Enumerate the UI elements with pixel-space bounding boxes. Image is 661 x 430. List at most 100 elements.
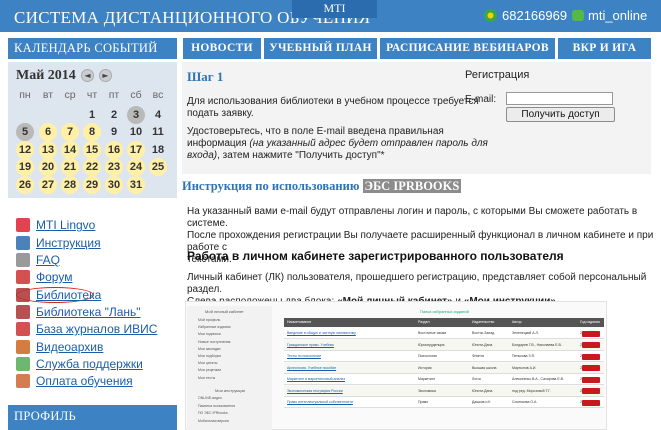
counter: 682166969 <box>484 8 567 23</box>
screenshot-cell: Восточные языки <box>418 331 447 335</box>
calendar-day[interactable]: 7 <box>61 123 79 141</box>
instruction-icon <box>16 236 30 250</box>
screenshot-column-header: Раздел <box>418 320 430 324</box>
calendar-day[interactable]: 1 <box>83 106 101 124</box>
get-access-button[interactable]: Получить доступ <box>506 107 615 122</box>
screenshot-sidebar-item: Новые поступления <box>198 339 231 344</box>
screenshot-cell: Дашков и К <box>472 400 491 404</box>
calendar-day[interactable]: 10 <box>127 123 145 141</box>
calendar-day[interactable]: 28 <box>61 176 79 194</box>
menu-item[interactable]: Библиотека "Лань" <box>16 304 141 320</box>
chat-icon <box>572 10 584 21</box>
nav-curriculum[interactable]: УЧЕБНЫЙ ПЛАН <box>264 38 377 59</box>
menu-item[interactable]: Инструкция <box>16 235 101 251</box>
menu-item[interactable]: Служба поддержки <box>16 356 143 372</box>
calendar-day[interactable]: 2 <box>105 106 123 124</box>
flower-icon <box>484 9 497 22</box>
calendar-day[interactable]: 18 <box>149 141 167 159</box>
weekday-label: ср <box>64 89 76 101</box>
menu-item[interactable]: Библиотека <box>16 287 101 303</box>
menu-item-label: Библиотека <box>36 288 102 302</box>
calendar-day[interactable]: 11 <box>149 123 167 141</box>
calendar-day[interactable]: 12 <box>16 141 34 159</box>
calendar-day[interactable]: 24 <box>127 158 145 176</box>
library-icon <box>16 288 30 302</box>
step-text-2: Удостоверьтесь, что в поле E-mail введен… <box>187 126 488 161</box>
menu-item-label: Видеоархив <box>36 340 104 354</box>
calendar-day[interactable]: 17 <box>127 141 145 159</box>
screenshot-cell: Право <box>418 400 429 404</box>
screenshot-sidebar-item: Памятка пользователя <box>198 403 236 408</box>
screenshot-cell: Высшая школа <box>472 365 497 370</box>
prev-month-button[interactable]: ◄ <box>81 69 94 82</box>
screenshot-cell: Зеленецкий А.Л. <box>512 331 539 335</box>
calendar-day[interactable]: 26 <box>16 176 34 194</box>
menu-item[interactable]: FAQ <box>16 252 60 268</box>
calendar-day[interactable]: 14 <box>61 141 79 159</box>
calendar-day[interactable]: 6 <box>39 123 57 141</box>
calendar-day[interactable]: 16 <box>105 141 123 159</box>
calendar-day[interactable]: 20 <box>39 158 57 176</box>
screenshot-cell: Бондарев Г.В., Николаева Е.В. <box>512 342 562 347</box>
calendar-day[interactable]: 3 <box>127 106 145 124</box>
cabinet-heading: Работа в личном кабинете зарегистрирован… <box>187 249 564 263</box>
screenshot-sidebar-item: ПО ЭБС IPRbooks <box>198 411 228 415</box>
screenshot-cell: Мартынов А.И. <box>512 365 537 370</box>
menu-item-label: Оплата обучения <box>36 374 133 388</box>
video-icon <box>16 340 30 354</box>
screenshot-cell: Юнити-Дана <box>472 342 493 347</box>
menu-item-label: Форум <box>36 270 73 284</box>
calendar-day[interactable]: 21 <box>61 158 79 176</box>
nav-news[interactable]: НОВОСТИ <box>183 38 261 59</box>
menu-item[interactable]: Оплата обучения <box>16 373 133 389</box>
screenshot-cell: Гражданское право. Учебник <box>287 342 334 347</box>
menu-item-label: База журналов ИВИС <box>36 322 158 336</box>
screenshot-cell: Экономическая география России <box>287 388 343 393</box>
weekday-label: вс <box>152 89 164 101</box>
calendar-day[interactable]: 4 <box>149 106 167 124</box>
calendar-day[interactable]: 27 <box>39 176 57 194</box>
next-month-button[interactable]: ► <box>99 69 112 82</box>
screenshot-delete-button <box>582 388 600 394</box>
menu-item[interactable]: Форум <box>16 269 72 285</box>
weekday-label: пн <box>19 89 31 101</box>
counter-value: 682166969 <box>502 8 568 23</box>
nav-vkr[interactable]: ВКР И ИГА <box>558 38 651 59</box>
screenshot-delete-button <box>582 399 600 406</box>
calendar-day[interactable]: 9 <box>105 123 123 141</box>
calendar-day[interactable]: 8 <box>83 123 101 141</box>
registration-title: Регистрация <box>465 69 530 81</box>
screenshot-cell: под ред. Морозовой Т.Г. <box>512 388 551 393</box>
step-text-1: Для использования библиотеки в учебном п… <box>187 96 479 119</box>
screenshot-sidebar-item: Мои подборки <box>198 354 222 358</box>
calendar-day[interactable]: 22 <box>83 158 101 176</box>
menu-item-label: MTI Lingvo <box>36 218 96 232</box>
screenshot-sidebar-item: Мои закладки <box>198 346 221 351</box>
profile-heading: ПРОФИЛЬ <box>8 405 177 430</box>
menu-item[interactable]: База журналов ИВИС <box>16 321 157 337</box>
menu-item[interactable]: Видеоархив <box>16 339 103 355</box>
online-status[interactable]: mti_online <box>572 8 647 23</box>
calendar-day[interactable]: 30 <box>105 176 123 194</box>
screenshot-sidebar-item: ONLINE-видео <box>198 396 222 400</box>
weekday-label: сб <box>130 89 142 101</box>
menu-item-label: Инструкция <box>36 236 101 250</box>
calendar-day[interactable]: 15 <box>83 141 101 159</box>
email-field[interactable] <box>506 92 613 105</box>
calendar-day[interactable]: 25 <box>149 158 167 176</box>
calendar-day[interactable]: 13 <box>39 141 57 159</box>
menu-item[interactable]: MTI Lingvo <box>16 217 95 233</box>
screenshot-cell: Пенькова З.Я. <box>512 354 536 358</box>
screenshot-sidebar-title-2: Мои инструкции <box>215 388 245 393</box>
calendar-day[interactable]: 5 <box>16 123 34 141</box>
calendar-day[interactable]: 19 <box>16 158 34 176</box>
nav-webinars[interactable]: РАСПИСАНИЕ ВЕБИНАРОВ <box>380 38 555 59</box>
screenshot-cell: Право интеллектуальной собственности <box>287 400 353 404</box>
calendar-day[interactable]: 29 <box>83 176 101 194</box>
screenshot-cell: Логос <box>472 377 482 381</box>
screenshot-delete-button <box>582 330 600 337</box>
mti-tab[interactable]: MTI <box>292 0 377 18</box>
screenshot-delete-button <box>582 365 600 371</box>
calendar-day[interactable]: 31 <box>127 176 145 194</box>
calendar-day[interactable]: 23 <box>105 158 123 176</box>
